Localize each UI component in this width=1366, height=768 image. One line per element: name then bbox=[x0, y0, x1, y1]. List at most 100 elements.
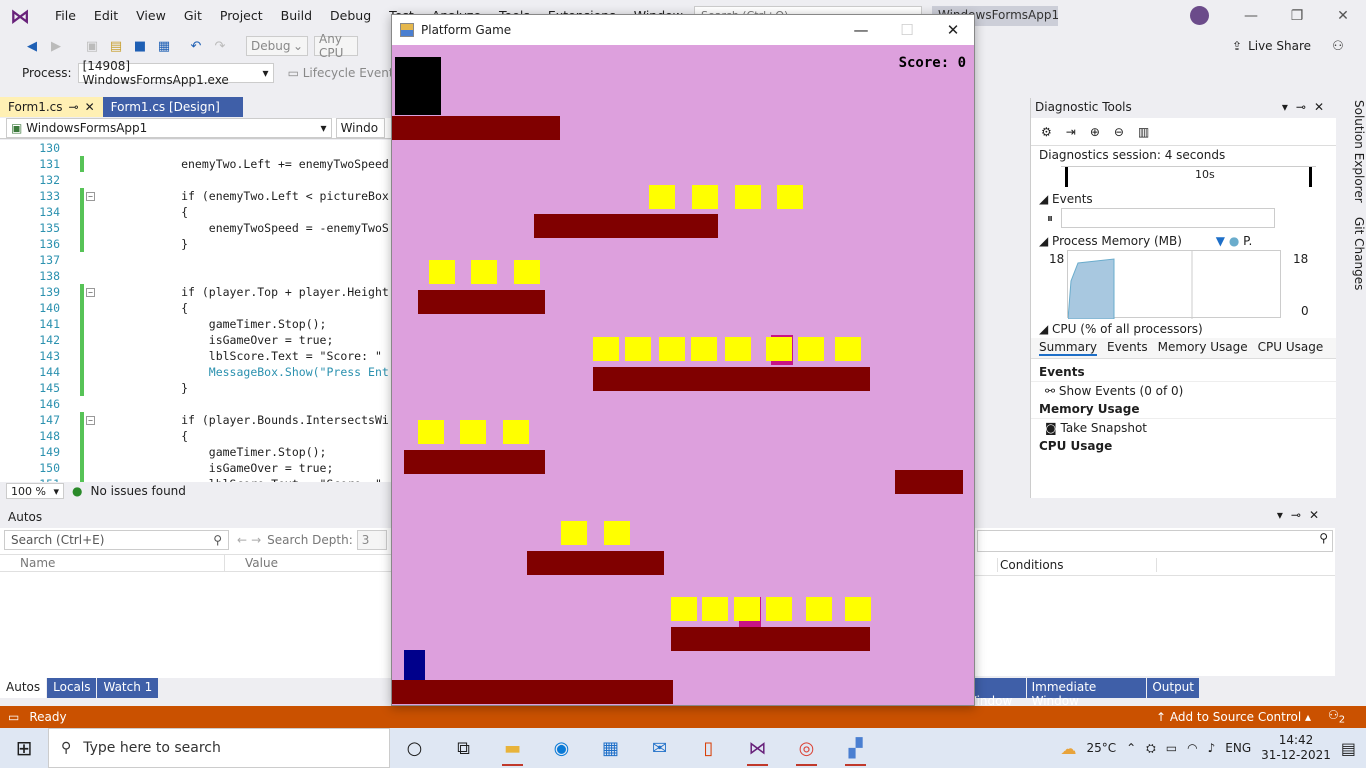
search-depth-combo[interactable]: 3 bbox=[356, 530, 387, 550]
tab-form1-design[interactable]: Form1.cs [Design] bbox=[102, 97, 243, 117]
col-conditions[interactable]: Conditions bbox=[997, 557, 1157, 572]
tab-solution-explorer[interactable]: Solution Explorer bbox=[1352, 100, 1366, 203]
code-line[interactable]: 144 MessageBox.Show("Press Ent bbox=[0, 364, 391, 380]
game-close-icon[interactable]: ✕ bbox=[930, 15, 976, 45]
close-tab-icon[interactable]: ✕ bbox=[85, 100, 95, 114]
menu-git[interactable]: Git bbox=[175, 0, 211, 32]
search-forward-icon[interactable]: → bbox=[251, 533, 261, 547]
task-view-icon[interactable]: ⧉ bbox=[439, 728, 488, 768]
game-canvas[interactable]: Score: 0 bbox=[392, 45, 974, 705]
forward-icon[interactable]: ▶ bbox=[46, 36, 66, 56]
timeline[interactable]: 10s bbox=[1061, 166, 1316, 188]
notifications-icon[interactable]: ⚇2 bbox=[1328, 708, 1345, 725]
redo-icon[interactable]: ↷ bbox=[210, 36, 230, 56]
weather-icon[interactable]: ☁ bbox=[1060, 739, 1076, 758]
edge-beta-icon[interactable]: ◉ bbox=[537, 728, 586, 768]
save-all-icon[interactable]: ▦ bbox=[154, 36, 174, 56]
tab-immediate-window[interactable]: Immediate Window bbox=[1026, 678, 1147, 708]
pause-icon[interactable]: ⏸ bbox=[1047, 211, 1053, 226]
chart-icon[interactable]: ▥ bbox=[1138, 125, 1149, 139]
wifi-icon[interactable]: ◠ bbox=[1187, 741, 1197, 755]
open-folder-icon[interactable]: ▤ bbox=[106, 36, 126, 56]
config-combo[interactable]: Debug ⌄ bbox=[246, 36, 308, 56]
diag-tab-cpu-usage[interactable]: CPU Usage bbox=[1258, 340, 1324, 356]
menu-edit[interactable]: Edit bbox=[85, 0, 127, 32]
col-value[interactable]: Value bbox=[225, 555, 298, 571]
language-indicator[interactable]: ENG bbox=[1225, 741, 1251, 755]
code-line[interactable]: 145 } bbox=[0, 380, 391, 396]
code-line[interactable]: 130 bbox=[0, 140, 391, 156]
game-minimize-icon[interactable]: — bbox=[838, 15, 884, 45]
winforms-app-icon[interactable]: ▞ bbox=[831, 728, 880, 768]
code-line[interactable]: 150 isGameOver = true; bbox=[0, 460, 391, 476]
fold-toggle-icon[interactable]: − bbox=[86, 416, 95, 425]
code-line[interactable]: 136 } bbox=[0, 236, 391, 252]
show-events-link[interactable]: ⚯ Show Events (0 of 0) bbox=[1031, 382, 1336, 400]
diag-tab-events[interactable]: Events bbox=[1107, 340, 1148, 356]
save-icon[interactable]: ■ bbox=[130, 36, 150, 56]
code-line[interactable]: 133 − if (enemyTwo.Left < pictureBox bbox=[0, 188, 391, 204]
code-line[interactable]: 131 enemyTwo.Left += enemyTwoSpeed bbox=[0, 156, 391, 172]
tab-locals[interactable]: Locals bbox=[47, 678, 97, 698]
tab-watch-1[interactable]: Watch 1 bbox=[97, 678, 159, 698]
code-line[interactable]: 132 bbox=[0, 172, 391, 188]
feedback-icon[interactable]: ⚇ bbox=[1328, 36, 1348, 56]
search-back-icon[interactable]: ← bbox=[237, 533, 247, 547]
undo-icon[interactable]: ↶ bbox=[186, 36, 206, 56]
action-center-icon[interactable]: ▤ bbox=[1341, 739, 1356, 758]
menu-debug[interactable]: Debug bbox=[321, 0, 380, 32]
code-line[interactable]: 149 gameTimer.Stop(); bbox=[0, 444, 391, 460]
fold-toggle-icon[interactable]: − bbox=[86, 288, 95, 297]
platform-combo[interactable]: Any CPU bbox=[314, 32, 358, 60]
code-line[interactable]: 141 gameTimer.Stop(); bbox=[0, 316, 391, 332]
events-header[interactable]: ◢ Events bbox=[1031, 190, 1336, 208]
tab-autos[interactable]: Autos bbox=[0, 678, 47, 698]
tab-output[interactable]: Output bbox=[1147, 678, 1199, 698]
new-project-icon[interactable]: ▣ bbox=[82, 36, 102, 56]
code-line[interactable]: 142 isGameOver = true; bbox=[0, 332, 391, 348]
chevron-up-icon[interactable]: ⌃ bbox=[1126, 741, 1136, 755]
zoom-in-icon[interactable]: ⊕ bbox=[1090, 125, 1100, 139]
col-name[interactable]: Name bbox=[0, 555, 225, 571]
process-combo[interactable]: [14908] WindowsFormsApp1.exe ▾ bbox=[77, 59, 274, 87]
cpu-header[interactable]: ◢ CPU (% of all processors) bbox=[1031, 320, 1336, 338]
clock[interactable]: 14:42 31-12-2021 bbox=[1261, 733, 1331, 763]
game-maximize-icon[interactable]: ☐ bbox=[884, 15, 930, 45]
file-explorer-icon[interactable]: ▬ bbox=[488, 728, 537, 768]
class-nav-combo[interactable]: Windo bbox=[335, 118, 385, 138]
code-line[interactable]: 137 bbox=[0, 252, 391, 268]
chrome-icon[interactable]: ◎ bbox=[782, 728, 831, 768]
memory-graph[interactable] bbox=[1067, 250, 1281, 320]
code-line[interactable]: 135 enemyTwoSpeed = -enemyTwoS bbox=[0, 220, 391, 236]
settings-gear-icon[interactable]: ⚙ bbox=[1041, 125, 1052, 139]
diag-tab-summary[interactable]: Summary bbox=[1039, 340, 1097, 356]
battery-icon[interactable]: ▭ bbox=[1166, 741, 1177, 755]
live-share-button[interactable]: ⇪ Live Share bbox=[1232, 39, 1311, 53]
breakpoints-search-icon[interactable]: ⚲ bbox=[977, 530, 1333, 552]
visual-studio-icon[interactable]: ⋈ bbox=[733, 728, 782, 768]
tab-git-changes[interactable]: Git Changes bbox=[1352, 217, 1366, 290]
zoom-combo[interactable]: 100 % ▾ bbox=[6, 483, 64, 499]
code-line[interactable]: 134 { bbox=[0, 204, 391, 220]
autos-search-input[interactable]: Search (Ctrl+E) ⚲ bbox=[4, 530, 229, 550]
tab-form1-cs[interactable]: Form1.cs ⊸ ✕ bbox=[0, 97, 103, 117]
network-icon[interactable]: ⛭ bbox=[1146, 741, 1156, 756]
window-controls-icon[interactable]: ▾⊸✕ bbox=[1282, 100, 1332, 116]
office-icon[interactable]: ▯ bbox=[684, 728, 733, 768]
menu-file[interactable]: File bbox=[46, 0, 85, 32]
volume-icon[interactable]: ♪ bbox=[1208, 741, 1216, 755]
minimize-icon[interactable]: — bbox=[1228, 0, 1274, 32]
take-snapshot-button[interactable]: ◙ Take Snapshot bbox=[1031, 419, 1336, 437]
visual-studio-logo-icon[interactable]: ⋈ bbox=[8, 4, 32, 28]
diag-tab-memory-usage[interactable]: Memory Usage bbox=[1158, 340, 1248, 356]
code-line[interactable]: 147 − if (player.Bounds.IntersectsWi bbox=[0, 412, 391, 428]
taskbar-search-input[interactable]: ⚲ Type here to search bbox=[48, 728, 390, 768]
weather-temp[interactable]: 25°C bbox=[1086, 741, 1116, 755]
code-line[interactable]: 140 { bbox=[0, 300, 391, 316]
zoom-out-icon[interactable]: ⊖ bbox=[1114, 125, 1124, 139]
windows-start-icon[interactable]: ⊞ bbox=[0, 728, 48, 768]
close-icon[interactable]: ✕ bbox=[1320, 0, 1366, 32]
issues-label[interactable]: No issues found bbox=[90, 484, 185, 498]
code-editor[interactable]: 130 131 enemyTwo.Left += enemyTwoSpeed 132… bbox=[0, 140, 391, 482]
menu-project[interactable]: Project bbox=[211, 0, 272, 32]
